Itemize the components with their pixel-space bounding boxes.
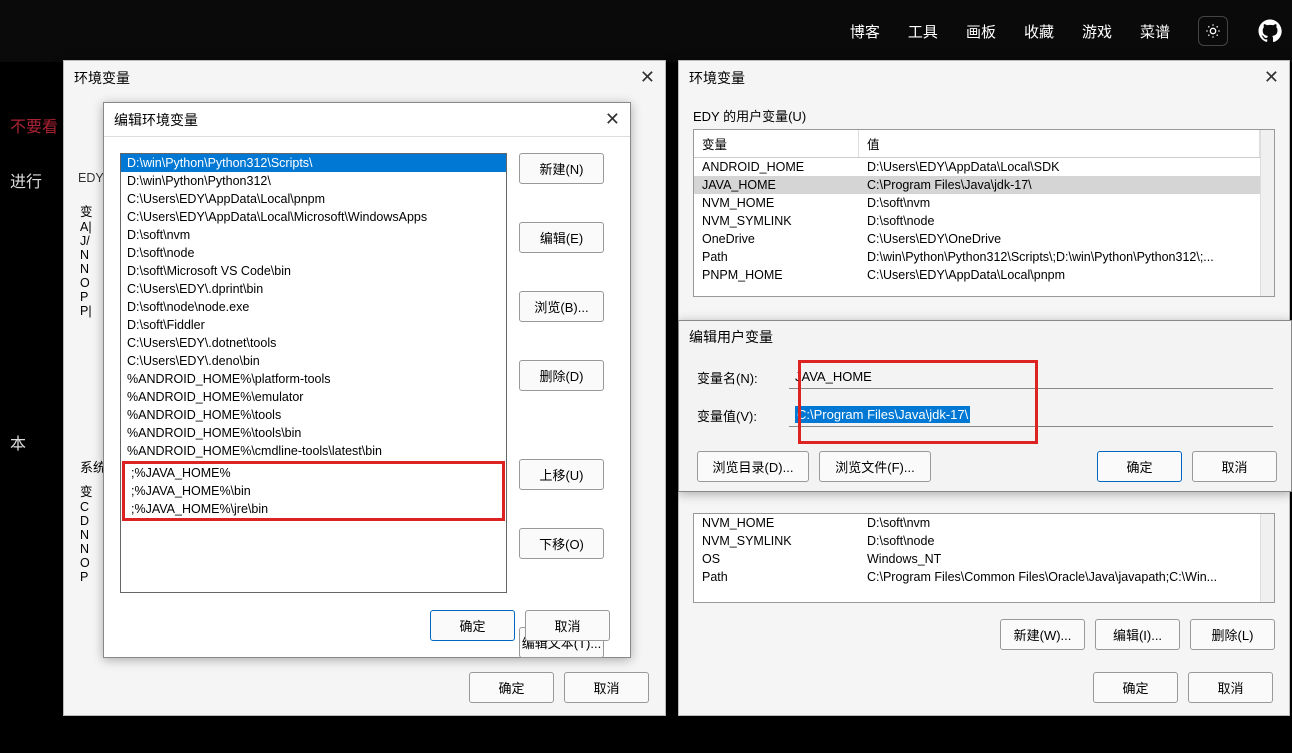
list-item[interactable]: %ANDROID_HOME%\platform-tools <box>121 370 506 388</box>
list-item[interactable]: D:\soft\nvm <box>121 226 506 244</box>
dlg-env-right-title: 环境变量 <box>689 68 745 88</box>
list-item[interactable]: D:\soft\Microsoft VS Code\bin <box>121 262 506 280</box>
var-value-label: 变量值(V): <box>697 406 767 425</box>
env-left-ok-button[interactable]: 确定 <box>469 672 554 703</box>
list-item[interactable]: C:\Users\EDY\.dotnet\tools <box>121 334 506 352</box>
list-item[interactable]: %ANDROID_HOME%\tools <box>121 406 506 424</box>
table-row[interactable]: PNPM_HOMEC:\Users\EDY\AppData\Local\pnpm <box>694 266 1260 284</box>
table-row[interactable]: PathD:\win\Python\Python312\Scripts\;D:\… <box>694 248 1260 266</box>
list-item[interactable]: ;%JAVA_HOME% <box>125 464 502 482</box>
list-item[interactable]: %ANDROID_HOME%\tools\bin <box>121 424 506 442</box>
nav-tools[interactable]: 工具 <box>908 21 938 42</box>
list-item[interactable]: D:\win\Python\Python312\ <box>121 172 506 190</box>
path-down-button[interactable]: 下移(O) <box>519 528 604 559</box>
edit-path-cancel-button[interactable]: 取消 <box>525 610 610 641</box>
sys-edit-button[interactable]: 编辑(I)... <box>1095 619 1180 650</box>
table-row[interactable]: JAVA_HOMEC:\Program Files\Java\jdk-17\ <box>694 176 1260 194</box>
path-up-button[interactable]: 上移(U) <box>519 459 604 490</box>
list-item[interactable]: D:\soft\node\node.exe <box>121 298 506 316</box>
user-vars-table[interactable]: 变量值 ANDROID_HOMED:\Users\EDY\AppData\Loc… <box>693 129 1275 297</box>
nav-recipe[interactable]: 菜谱 <box>1140 21 1170 42</box>
edit-path-ok-button[interactable]: 确定 <box>430 610 515 641</box>
dlg-env-left-title: 环境变量 <box>74 68 130 88</box>
list-item[interactable]: D:\win\Python\Python312\Scripts\ <box>121 154 506 172</box>
table-row[interactable]: ANDROID_HOMED:\Users\EDY\AppData\Local\S… <box>694 158 1260 176</box>
list-item[interactable]: ;%JAVA_HOME%\jre\bin <box>125 500 502 518</box>
table-row[interactable]: NVM_SYMLINKD:\soft\node <box>694 212 1260 230</box>
list-item[interactable]: %ANDROID_HOME%\emulator <box>121 388 506 406</box>
nav-board[interactable]: 画板 <box>966 21 996 42</box>
scrollbar[interactable] <box>1260 130 1274 296</box>
annotation-red-box: ;%JAVA_HOME%;%JAVA_HOME%\bin;%JAVA_HOME%… <box>122 461 505 521</box>
bg-text-3: 本 <box>10 430 26 454</box>
list-item[interactable]: C:\Users\EDY\.dprint\bin <box>121 280 506 298</box>
table-row[interactable]: PathC:\Program Files\Common Files\Oracle… <box>694 568 1260 586</box>
path-edit-button[interactable]: 编辑(E) <box>519 222 604 253</box>
sys-vars-table[interactable]: NVM_HOMED:\soft\nvmNVM_SYMLINKD:\soft\no… <box>693 513 1275 603</box>
sys-new-button[interactable]: 新建(W)... <box>1000 619 1085 650</box>
browse-file-button[interactable]: 浏览文件(F)... <box>819 451 931 482</box>
list-item[interactable]: D:\soft\Fiddler <box>121 316 506 334</box>
list-item[interactable]: D:\soft\node <box>121 244 506 262</box>
list-item[interactable]: C:\Users\EDY\AppData\Local\Microsoft\Win… <box>121 208 506 226</box>
sys-delete-button[interactable]: 删除(L) <box>1190 619 1275 650</box>
env-right-ok-button[interactable]: 确定 <box>1093 672 1178 703</box>
nav-fav[interactable]: 收藏 <box>1024 21 1054 42</box>
theme-toggle-icon[interactable] <box>1198 16 1228 46</box>
top-nav: 博客 工具 画板 收藏 游戏 菜谱 <box>0 0 1292 62</box>
edit-var-cancel-button[interactable]: 取消 <box>1192 451 1277 482</box>
close-icon[interactable]: ✕ <box>1264 67 1279 88</box>
path-new-button[interactable]: 新建(N) <box>519 153 604 184</box>
list-item[interactable]: C:\Users\EDY\AppData\Local\pnpm <box>121 190 506 208</box>
env-left-cancel-button[interactable]: 取消 <box>564 672 649 703</box>
github-icon[interactable] <box>1256 17 1284 45</box>
dialog-edit-path: 编辑环境变量 ✕ D:\win\Python\Python312\Scripts… <box>103 102 631 658</box>
annotation-red-box <box>798 360 1038 444</box>
path-list[interactable]: D:\win\Python\Python312\Scripts\D:\win\P… <box>120 153 507 593</box>
var-name-label: 变量名(N): <box>697 368 767 387</box>
edit-var-ok-button[interactable]: 确定 <box>1097 451 1182 482</box>
env-right-cancel-button[interactable]: 取消 <box>1188 672 1273 703</box>
path-delete-button[interactable]: 删除(D) <box>519 360 604 391</box>
list-item[interactable]: C:\Users\EDY\.deno\bin <box>121 352 506 370</box>
table-row[interactable]: NVM_SYMLINKD:\soft\node <box>694 532 1260 550</box>
path-browse-button[interactable]: 浏览(B)... <box>519 291 604 322</box>
edit-path-title: 编辑环境变量 <box>114 110 198 130</box>
bg-text-1: 不要看 <box>10 113 58 137</box>
scrollbar[interactable] <box>1260 514 1274 602</box>
table-row[interactable]: NVM_HOMED:\soft\nvm <box>694 194 1260 212</box>
list-item[interactable]: ;%JAVA_HOME%\bin <box>125 482 502 500</box>
close-icon[interactable]: ✕ <box>605 109 620 130</box>
edit-var-title: 编辑用户变量 <box>689 327 773 347</box>
browse-dir-button[interactable]: 浏览目录(D)... <box>697 451 809 482</box>
close-icon[interactable]: ✕ <box>640 67 655 88</box>
table-row[interactable]: NVM_HOMED:\soft\nvm <box>694 514 1260 532</box>
nav-blog[interactable]: 博客 <box>850 21 880 42</box>
table-row[interactable]: OneDriveC:\Users\EDY\OneDrive <box>694 230 1260 248</box>
user-vars-label: EDY 的用户变量(U) <box>693 106 1289 125</box>
nav-game[interactable]: 游戏 <box>1082 21 1112 42</box>
list-item[interactable]: %ANDROID_HOME%\cmdline-tools\latest\bin <box>121 442 506 460</box>
table-row[interactable]: OSWindows_NT <box>694 550 1260 568</box>
bg-text-2: 进行 <box>10 168 42 192</box>
